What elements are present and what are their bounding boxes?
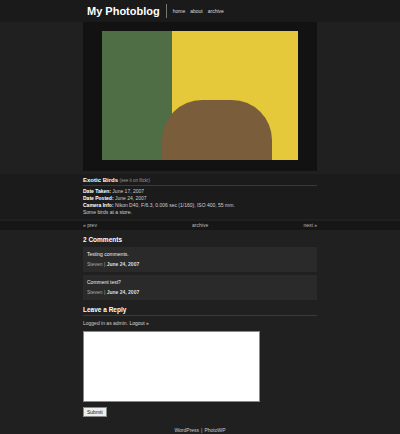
comments-heading: 2 Comments	[83, 235, 317, 244]
comment-textarea[interactable]	[83, 331, 260, 402]
header: My Photoblog home about archive	[0, 0, 400, 22]
caption: Some birds at a store.	[83, 209, 317, 216]
photo	[102, 31, 298, 160]
comment: Comment test? Steven | June 24, 2007	[83, 275, 317, 300]
nav: home about archive	[173, 8, 224, 15]
pager: « prev archive next »	[0, 221, 400, 230]
next-link[interactable]: next »	[303, 222, 317, 229]
post-info: Exotic Birds (see it on flickr) Date Tak…	[0, 174, 400, 219]
nav-item[interactable]: about	[190, 8, 203, 15]
nav-item[interactable]: home	[173, 8, 186, 15]
submit-button[interactable]: Submit	[83, 407, 107, 417]
footer-link[interactable]: WordPress	[174, 427, 199, 434]
meta-line: Date Taken: June 17, 2007	[83, 188, 317, 195]
comment-text: Comment test?	[87, 279, 313, 286]
site-title[interactable]: My Photoblog	[87, 4, 160, 18]
photo-panel	[83, 22, 317, 171]
meta-line: Camera Info: Nikon D40, F/6.3, 0.006 sec…	[83, 202, 317, 209]
meta-line: Date Posted: June 24, 2007	[83, 195, 317, 202]
reply: Leave a Reply Logged in as admin. Logout…	[83, 300, 317, 417]
comment-meta: Steven | June 24, 2007	[87, 261, 313, 268]
post-title: Exotic Birds	[83, 177, 118, 183]
logged-in: Logged in as admin. Logout »	[83, 320, 317, 327]
comment-meta: Steven | June 24, 2007	[87, 289, 313, 296]
footer-link[interactable]: PhotoWP	[204, 427, 225, 434]
comment: Testing comments. Steven | June 24, 2007	[83, 247, 317, 272]
prev-link[interactable]: « prev	[83, 222, 97, 229]
comment-text: Testing comments.	[87, 251, 313, 258]
reply-heading: Leave a Reply	[83, 305, 317, 316]
footer: WordPress | PhotoWP	[0, 417, 400, 434]
page: My Photoblog home about archive Exotic Bir…	[0, 0, 400, 434]
comments: 2 Comments Testing comments. Steven | Ju…	[83, 230, 317, 300]
logout-link[interactable]: Logout »	[129, 320, 148, 326]
header-divider	[166, 4, 167, 18]
nav-item[interactable]: archive	[208, 8, 224, 15]
flickr-link[interactable]: (see it on flickr)	[119, 178, 150, 183]
archive-link[interactable]: archive	[192, 222, 208, 229]
